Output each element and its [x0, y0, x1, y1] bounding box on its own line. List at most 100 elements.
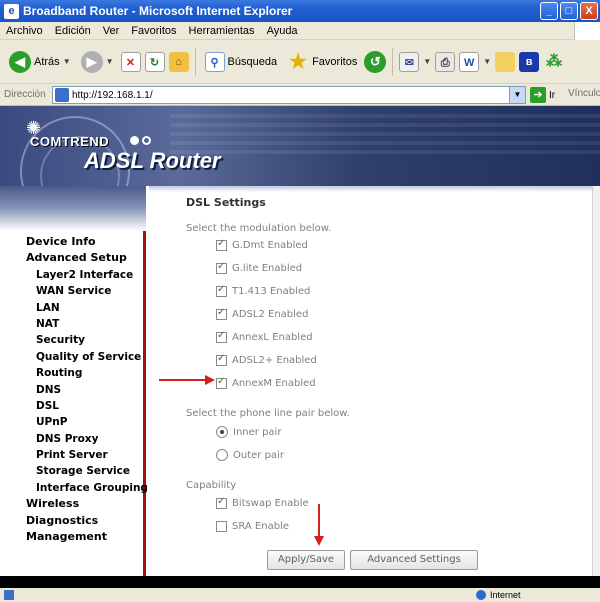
print-icon[interactable]: ⎙ [435, 51, 456, 72]
go-button[interactable]: ➔ Ir [530, 87, 555, 103]
mail-icon[interactable]: ✉ [399, 51, 420, 72]
checkbox-bitswap-enable[interactable]: Bitswap Enable [216, 496, 309, 509]
folder-icon[interactable] [495, 51, 516, 72]
modulation-label: Select the modulation below. [186, 223, 332, 234]
messenger-icon[interactable]: ⁂ [543, 51, 565, 73]
chevron-down-icon[interactable]: ▼ [483, 57, 491, 66]
option-label: SRA Enable [232, 521, 289, 532]
option-label: Bitswap Enable [232, 498, 309, 509]
radio-button[interactable] [216, 449, 228, 461]
checkbox[interactable] [216, 353, 227, 366]
forward-button[interactable]: ▶ ▼ [78, 49, 117, 75]
nav-item-device-info[interactable]: Device Info [26, 234, 148, 250]
option-label: G.Dmt Enabled [232, 240, 308, 251]
nav-item-nat[interactable]: NAT [26, 316, 148, 332]
checkbox[interactable] [216, 330, 227, 343]
router-banner: ✺ COMTREND ADSL Router [0, 106, 600, 186]
radio-inner-pair[interactable]: Inner pair [216, 426, 281, 438]
menu-tools[interactable]: Herramientas [189, 25, 255, 37]
favorites-label: Favoritos [312, 55, 358, 68]
option-label: ADSL2 Enabled [232, 309, 309, 320]
globe-icon [476, 590, 486, 600]
chevron-down-icon[interactable]: ▼ [423, 57, 431, 66]
nav-item-wan-service[interactable]: WAN Service [26, 283, 148, 299]
checkbox-g-lite-enabled[interactable]: G.lite Enabled [216, 261, 303, 274]
checkbox-sra-enable[interactable]: SRA Enable [216, 521, 289, 532]
nav-item-dns-proxy[interactable]: DNS Proxy [26, 431, 148, 447]
security-zone: Internet [476, 588, 521, 602]
back-button[interactable]: ◀ Atrás ▼ [6, 49, 74, 75]
favorites-button[interactable]: ★ Favoritos [284, 49, 360, 75]
checkbox[interactable] [216, 376, 227, 389]
radio-outer-pair[interactable]: Outer pair [216, 449, 284, 461]
nav-item-management[interactable]: Management [26, 529, 148, 545]
page-status-icon [4, 590, 14, 600]
nav-item-storage-service[interactable]: Storage Service [26, 463, 148, 479]
checkbox-annexl-enabled[interactable]: AnnexL Enabled [216, 330, 313, 343]
menu-help[interactable]: Ayuda [267, 25, 298, 37]
close-button[interactable]: X [580, 2, 598, 20]
checkbox[interactable] [216, 521, 227, 532]
stop-icon[interactable]: ✕ [120, 51, 141, 72]
search-button[interactable]: ⚲ Búsqueda [202, 50, 281, 74]
zone-label: Internet [490, 590, 521, 600]
history-icon[interactable]: ↺ [364, 50, 387, 73]
nav-item-upnp[interactable]: UPnP [26, 414, 148, 430]
nav-item-dsl[interactable]: DSL [26, 398, 148, 414]
toolbar-separator [392, 47, 394, 76]
checkbox[interactable] [216, 238, 227, 251]
nav-item-routing[interactable]: Routing [26, 365, 148, 381]
window-title-bar: e Broadband Router - Microsoft Internet … [0, 0, 600, 22]
nav-item-layer2-interface[interactable]: Layer2 Interface [26, 267, 148, 283]
search-icon: ⚲ [204, 51, 225, 72]
checkbox-annexm-enabled[interactable]: AnnexM Enabled [216, 376, 316, 389]
annotation-arrow-down [314, 504, 324, 546]
checkbox-adsl2-enabled[interactable]: ADSL2+ Enabled [216, 353, 317, 366]
bluetooth-icon[interactable]: ʙ [519, 51, 540, 72]
go-arrow-icon: ➔ [530, 87, 546, 103]
chevron-down-icon: ▼ [62, 57, 71, 66]
nav-item-diagnostics[interactable]: Diagnostics [26, 513, 148, 529]
home-icon[interactable]: ⌂ [168, 51, 189, 72]
ie-icon: e [4, 3, 19, 19]
product-title: ADSL Router [84, 148, 221, 173]
go-label: Ir [549, 89, 556, 101]
links-label[interactable]: Vínculos [568, 88, 600, 99]
checkbox[interactable] [216, 307, 227, 320]
checkbox[interactable] [216, 496, 227, 509]
menu-edit[interactable]: Edición [55, 25, 91, 37]
menu-file[interactable]: Archivo [6, 25, 43, 37]
address-label: Dirección [4, 89, 46, 100]
apply-save-button[interactable]: Apply/Save [267, 550, 345, 570]
nav-item-quality-of-service[interactable]: Quality of Service [26, 349, 148, 365]
menu-favorites[interactable]: Favoritos [131, 25, 176, 37]
chevron-down-icon[interactable]: ▼ [509, 87, 525, 103]
advanced-settings-button[interactable]: Advanced Settings [350, 550, 478, 570]
minimize-button[interactable]: _ [540, 2, 558, 20]
address-input[interactable]: http://192.168.1.1/ ▼ [52, 86, 526, 104]
checkbox-adsl2-enabled[interactable]: ADSL2 Enabled [216, 307, 309, 320]
nav-item-lan[interactable]: LAN [26, 300, 148, 316]
checkbox-g-dmt-enabled[interactable]: G.Dmt Enabled [216, 238, 308, 251]
refresh-icon[interactable]: ↻ [144, 51, 165, 72]
nav-item-dns[interactable]: DNS [26, 382, 148, 398]
maximize-button[interactable]: □ [560, 2, 578, 20]
dsl-settings-panel: DSL Settings Select the modulation below… [149, 186, 592, 576]
option-label: AnnexM Enabled [232, 378, 316, 389]
chevron-down-icon: ▼ [105, 57, 114, 66]
edit-icon[interactable]: W [459, 51, 480, 72]
checkbox-t1-413-enabled[interactable]: T1.413 Enabled [216, 284, 310, 297]
option-label: G.lite Enabled [232, 263, 303, 274]
nav-item-security[interactable]: Security [26, 332, 148, 348]
nav-item-print-server[interactable]: Print Server [26, 447, 148, 463]
nav-item-wireless[interactable]: Wireless [26, 496, 148, 512]
radio-button[interactable] [216, 426, 228, 438]
back-arrow-icon: ◀ [9, 50, 31, 73]
page-title: DSL Settings [186, 196, 266, 209]
nav-item-advanced-setup[interactable]: Advanced Setup [26, 250, 148, 266]
nav-item-interface-grouping[interactable]: Interface Grouping [26, 480, 148, 496]
checkbox[interactable] [216, 284, 227, 297]
checkbox[interactable] [216, 261, 227, 274]
menu-view[interactable]: Ver [103, 25, 120, 37]
vertical-scrollbar[interactable] [592, 186, 600, 576]
